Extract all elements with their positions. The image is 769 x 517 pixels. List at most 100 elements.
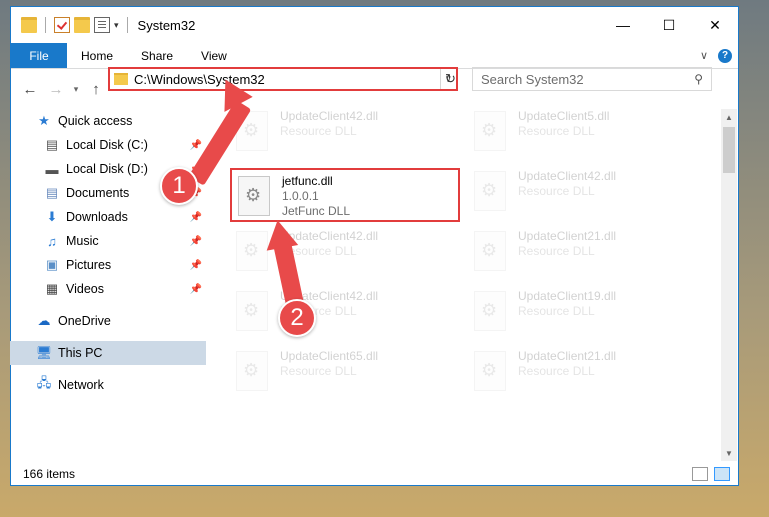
sidebar-item-label: This PC [58,346,103,360]
file-item[interactable]: UpdateClient21.dllResource DLL [468,345,698,399]
file-type: Resource DLL [280,244,357,258]
pictures-icon: ▣ [45,257,59,272]
file-item[interactable]: UpdateClient42.dllResource DLL [230,285,460,339]
sidebar-item-downloads[interactable]: ⬇ Downloads 📌 [10,205,206,229]
star-icon: ★ [38,113,50,128]
tab-view[interactable]: View [187,43,241,68]
up-button[interactable]: ↑ [83,81,109,98]
large-icons-view-button[interactable] [714,467,730,481]
sidebar-item-music[interactable]: ♫ Music 📌 [10,229,206,253]
file-type: Resource DLL [518,124,595,138]
file-name: UpdateClient5.dll [518,109,610,123]
sidebar-item-label: OneDrive [58,314,111,328]
file-type: Resource DLL [280,364,357,378]
close-button[interactable]: ✕ [692,7,738,43]
dll-file-icon [474,351,506,391]
pin-icon: 📌 [189,259,202,271]
file-name: jetfunc.dll [282,174,333,188]
dll-file-icon [474,231,506,271]
sidebar-item-label: Local Disk (C:) [66,138,148,152]
sidebar-item-local-disk-c[interactable]: ▤ Local Disk (C:) 📌 [10,133,206,157]
new-folder-icon[interactable] [74,17,90,33]
forward-button[interactable]: → [43,81,69,98]
search-box[interactable]: Search System32 ⚲ [472,67,712,91]
file-item[interactable]: UpdateClient65.dllResource DLL [230,345,460,399]
properties-check-icon[interactable] [54,17,70,33]
sidebar-item-label: Music [66,234,99,248]
drive-icon: ▬ [45,161,59,177]
music-icon: ♫ [47,233,57,249]
pin-icon: 📌 [189,211,202,223]
search-placeholder: Search System32 [481,71,584,87]
file-item[interactable]: UpdateClient21.dllResource DLL [468,225,698,279]
sidebar-item-onedrive[interactable]: ☁ OneDrive [10,309,206,333]
sidebar-item-label: Documents [66,186,130,200]
toolbar-divider [126,17,128,33]
sidebar-item-this-pc[interactable]: 🖥 This PC [10,341,206,365]
dll-file-icon [474,111,506,151]
file-version: 1.0.0.1 [282,189,319,203]
sidebar-item-label: Local Disk (D:) [66,162,148,176]
toolbar-divider [45,17,46,33]
minimize-button[interactable]: — [600,7,646,43]
file-item[interactable]: UpdateClient42.dllResource DLL [468,165,698,219]
dll-file-icon [238,176,270,216]
properties-icon[interactable] [94,17,110,33]
file-item[interactable]: UpdateClient42.dllResource DLL [230,109,460,159]
tab-share[interactable]: Share [127,43,187,68]
file-name: UpdateClient42.dll [518,169,617,183]
file-name: UpdateClient21.dll [518,349,617,363]
address-bar[interactable]: C:\Windows\System32 ∨ [108,67,458,91]
file-item[interactable]: UpdateClient19.dllResource DLL [468,285,698,339]
dll-file-icon [474,291,506,331]
file-type: Resource DLL [518,364,595,378]
scroll-down-icon[interactable]: ▼ [721,445,737,461]
file-name: UpdateClient19.dll [518,289,617,303]
documents-icon: ▤ [45,185,59,200]
dll-file-icon [474,171,506,211]
expand-ribbon-icon[interactable]: ∨ [700,49,708,62]
help-icon[interactable]: ? [718,48,732,63]
pin-icon: 📌 [189,283,202,295]
pin-icon: 📌 [189,235,202,247]
tab-file[interactable]: File [11,43,67,68]
file-item-jetfunc[interactable]: jetfunc.dll 1.0.0.1 JetFunc DLL [230,168,460,222]
cloud-icon: ☁ [37,313,51,328]
sidebar-item-label: Network [58,378,104,392]
folder-icon [21,17,37,33]
tab-home[interactable]: Home [67,43,127,68]
maximize-button[interactable]: ☐ [646,7,692,43]
file-item[interactable]: UpdateClient5.dllResource DLL [468,109,698,159]
scroll-up-icon[interactable]: ▲ [721,109,737,125]
scroll-thumb[interactable] [723,127,735,173]
window-title: System32 [137,17,196,33]
search-icon: ⚲ [694,72,703,86]
videos-icon: ▦ [45,281,59,296]
vertical-scrollbar[interactable]: ▲ ▼ [721,109,737,461]
customize-dropdown-icon[interactable]: ▾ [114,20,119,31]
pin-icon: 📌 [189,139,202,151]
title-bar: ▾ System32 — ☐ ✕ [11,7,738,43]
sidebar-item-videos[interactable]: ▦ Videos 📌 [10,277,206,301]
sidebar-item-network[interactable]: 🖧 Network [10,373,206,397]
step-2-badge: 2 [278,299,316,337]
recent-locations-dropdown-icon[interactable]: ▾ [69,84,83,95]
ribbon-tabs: File Home Share View ∨ ? [11,43,738,69]
details-view-button[interactable] [692,467,708,481]
computer-icon: 🖥 [35,345,53,360]
sidebar-item-label: Downloads [66,210,128,224]
status-bar: 166 items [11,463,738,485]
back-button[interactable]: ← [17,81,43,98]
step-1-badge: 1 [160,167,198,205]
navigation-pane: ★ Quick access ▤ Local Disk (C:) 📌 ▬ Loc… [10,109,206,461]
sidebar-item-pictures[interactable]: ▣ Pictures 📌 [10,253,206,277]
sidebar-item-label: Videos [66,282,104,296]
sidebar-item-quick-access[interactable]: ★ Quick access [10,109,206,133]
item-count: 166 items [23,467,76,481]
download-icon: ⬇ [46,209,58,224]
file-type: Resource DLL [518,304,595,318]
drive-icon: ▤ [45,137,59,152]
folder-icon [114,73,128,85]
refresh-button[interactable]: ↻ [440,69,460,89]
sidebar-item-label: Pictures [66,258,112,272]
